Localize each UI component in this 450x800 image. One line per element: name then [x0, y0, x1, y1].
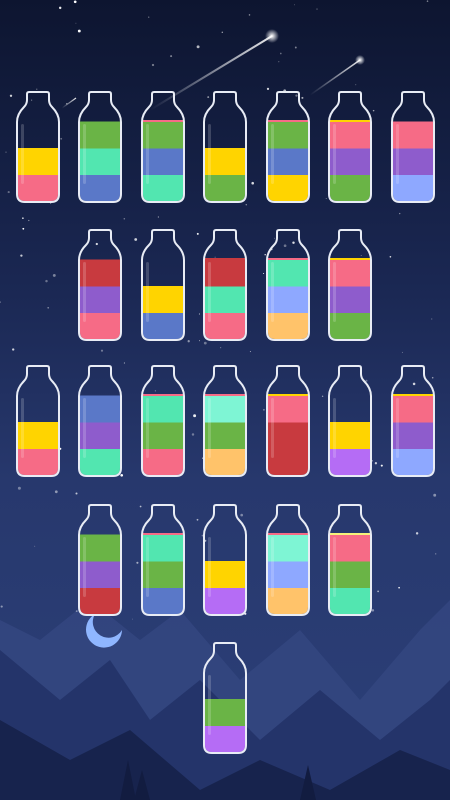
- bottle[interactable]: [140, 228, 186, 342]
- bottle[interactable]: [77, 90, 123, 204]
- bottle[interactable]: [77, 228, 123, 342]
- bottle[interactable]: [265, 503, 311, 617]
- bottle[interactable]: [390, 364, 436, 478]
- bottle[interactable]: [77, 364, 123, 478]
- bottle[interactable]: [202, 90, 248, 204]
- bottle[interactable]: [265, 90, 311, 204]
- bottle[interactable]: [77, 503, 123, 617]
- bottle[interactable]: [202, 503, 248, 617]
- bottle[interactable]: [140, 90, 186, 204]
- bottle[interactable]: [202, 641, 248, 755]
- bottle[interactable]: [202, 228, 248, 342]
- bottle[interactable]: [327, 228, 373, 342]
- bottle[interactable]: [327, 364, 373, 478]
- bottle[interactable]: [15, 364, 61, 478]
- bottle[interactable]: [140, 364, 186, 478]
- bottle[interactable]: [15, 90, 61, 204]
- bottle[interactable]: [265, 364, 311, 478]
- bottle[interactable]: [327, 503, 373, 617]
- bottle[interactable]: [265, 228, 311, 342]
- bottle[interactable]: [390, 90, 436, 204]
- bottle[interactable]: [327, 90, 373, 204]
- bottle[interactable]: [140, 503, 186, 617]
- bottle[interactable]: [202, 364, 248, 478]
